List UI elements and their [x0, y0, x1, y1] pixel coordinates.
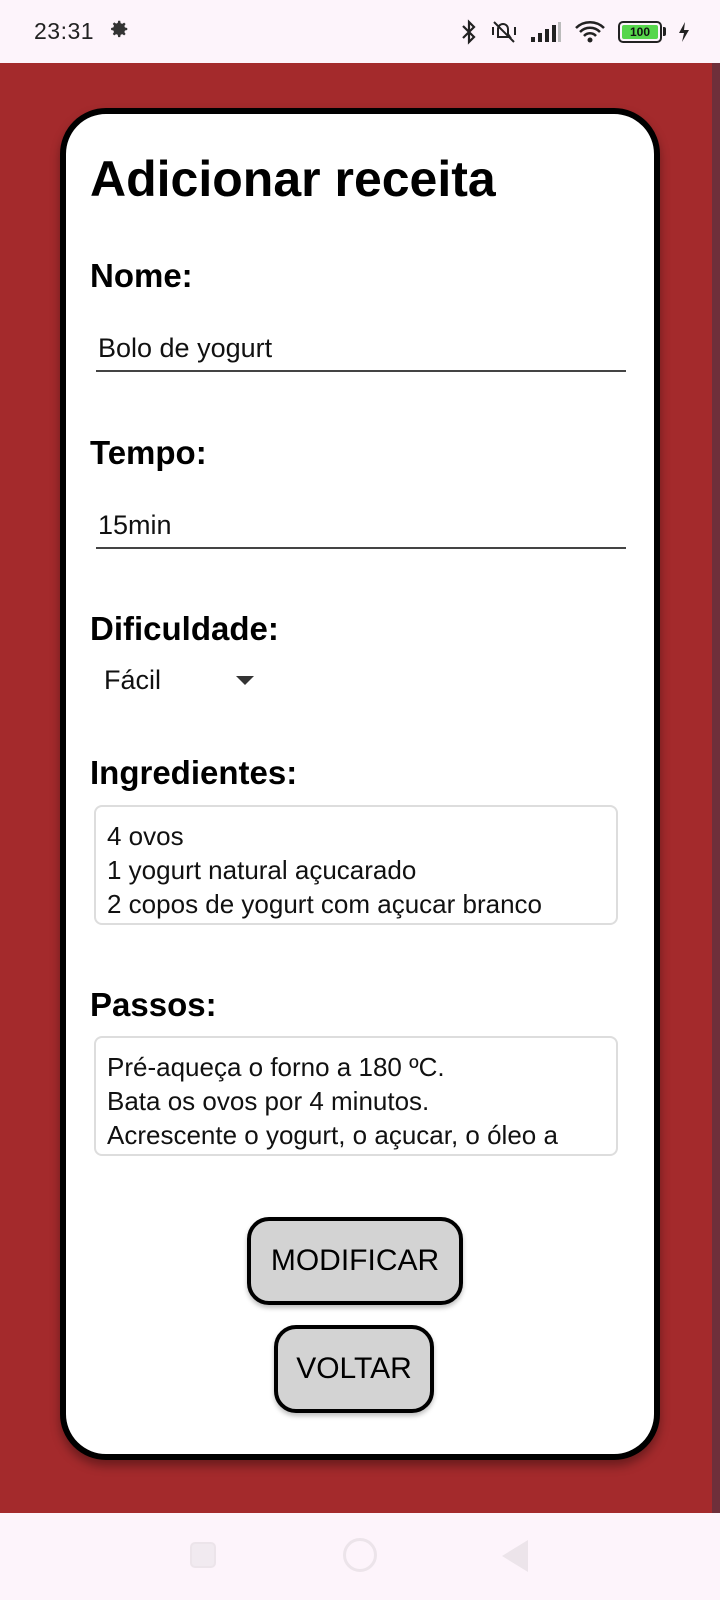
- recipe-form-card: Adicionar receita Nome: Tempo: Dificulda…: [60, 108, 660, 1460]
- dificuldade-select[interactable]: Fácil: [104, 660, 254, 700]
- ingredientes-line: 4 ovos: [107, 821, 184, 851]
- passos-line: Acrescente o yogurt, o açucar, o óleo a: [107, 1120, 558, 1150]
- nome-label: Nome:: [90, 257, 193, 294]
- battery-level: 100: [622, 24, 658, 39]
- modificar-button[interactable]: MODIFICAR: [247, 1217, 463, 1305]
- recents-square-icon[interactable]: [190, 1542, 216, 1568]
- dificuldade-selected-value: Fácil: [104, 664, 162, 695]
- home-circle-icon[interactable]: [343, 1538, 377, 1572]
- dropdown-caret-icon: [236, 675, 254, 685]
- passos-textarea[interactable]: Pré-aqueça o forno a 180 ºC. Bata os ovo…: [94, 1036, 618, 1156]
- charging-icon: [678, 21, 690, 43]
- edge-strip: [712, 63, 720, 1513]
- tempo-label: Tempo:: [90, 434, 207, 471]
- ingredientes-line: 2 copos de yogurt com açucar branco: [107, 889, 543, 919]
- bluetooth-icon: [460, 18, 478, 45]
- ingredientes-label: Ingredientes:: [90, 754, 298, 791]
- voltar-button[interactable]: VOLTAR: [274, 1325, 434, 1413]
- passos-line: Bata os ovos por 4 minutos.: [107, 1086, 430, 1116]
- battery-icon: 100: [618, 20, 666, 43]
- navigation-bar: [0, 1513, 720, 1600]
- tempo-input[interactable]: [96, 503, 626, 549]
- back-triangle-icon[interactable]: [502, 1540, 528, 1572]
- passos-label: Passos:: [90, 986, 217, 1023]
- app-background: Adicionar receita Nome: Tempo: Dificulda…: [0, 63, 720, 1513]
- nome-input[interactable]: [96, 326, 626, 372]
- wifi-icon: [574, 20, 606, 44]
- status-bar: 23:31 100: [0, 0, 720, 63]
- status-right: 100: [460, 18, 690, 45]
- page-title: Adicionar receita: [90, 151, 496, 207]
- ingredientes-textarea[interactable]: 4 ovos 1 yogurt natural açucarado 2 copo…: [94, 805, 618, 925]
- dificuldade-label: Dificuldade:: [90, 610, 279, 647]
- status-time: 23:31: [34, 18, 95, 44]
- ingredientes-line: 1 yogurt natural açucarado: [107, 855, 417, 885]
- status-left: 23:31: [34, 18, 130, 45]
- settings-gear-icon: [108, 18, 130, 45]
- passos-line: Pré-aqueça o forno a 180 ºC.: [107, 1052, 445, 1082]
- signal-icon: [530, 21, 562, 43]
- mute-icon: [490, 19, 518, 45]
